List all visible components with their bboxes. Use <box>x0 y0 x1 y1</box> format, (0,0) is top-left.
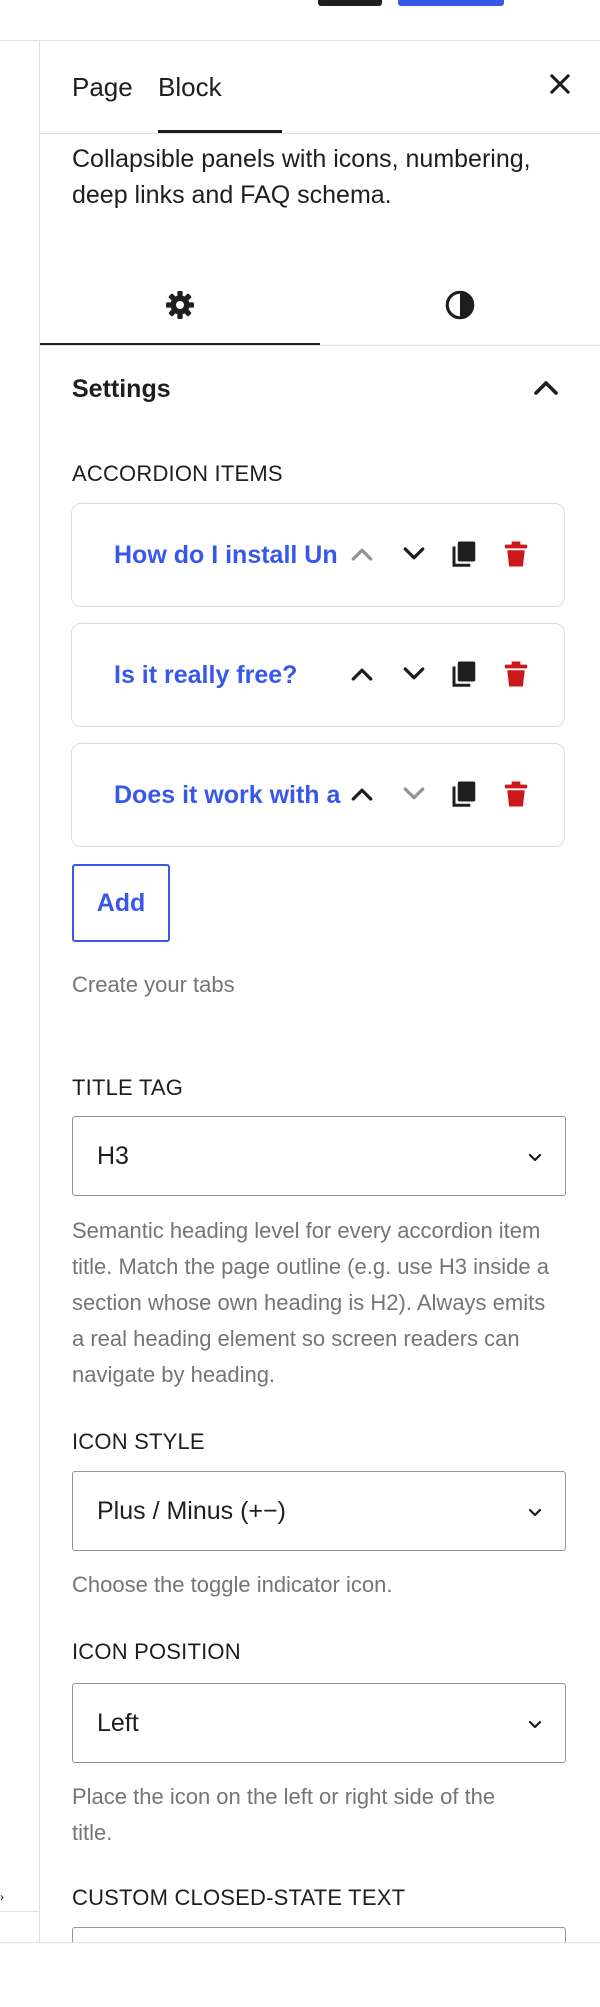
accordion-item-title[interactable]: How do I install Un <box>114 504 346 606</box>
settings-style-tabs <box>40 265 600 346</box>
block-settings-sidebar: Page Block Collapsible panels with icons… <box>40 41 600 1942</box>
move-up-icon[interactable] <box>342 774 382 814</box>
accordion-items-help: Create your tabs <box>72 972 235 997</box>
close-icon[interactable] <box>538 65 582 109</box>
icon-style-select[interactable]: Plus / Minus (+−) <box>72 1471 566 1551</box>
select-value: H3 <box>97 1142 129 1170</box>
move-up-icon <box>342 534 382 574</box>
title-tag-label: TITLE TAG <box>72 1075 184 1100</box>
editor-canvas-edge <box>0 41 40 1942</box>
active-tab-indicator <box>158 130 282 133</box>
duplicate-icon[interactable] <box>444 534 484 574</box>
icon-position-help: Place the icon on the left or right side… <box>72 1784 496 1845</box>
accordion-item-card[interactable]: Is it really free? <box>71 623 565 727</box>
close-icon-glyph <box>550 74 570 94</box>
accordion-item-title[interactable]: Is it really free? <box>114 624 346 726</box>
active-subtab-indicator <box>40 343 320 345</box>
duplicate-icon[interactable] <box>444 654 484 694</box>
custom-closed-text-input[interactable]: + <box>72 1927 566 1942</box>
editor-top-bar <box>0 0 600 41</box>
publish-button[interactable] <box>398 0 504 6</box>
custom-closed-text-label: CUSTOM CLOSED-STATE TEXT <box>72 1885 406 1910</box>
block-description: Collapsible panels with icons, numbering… <box>72 145 531 209</box>
icon-style-help: Choose the toggle indicator icon. <box>72 1572 393 1597</box>
gear-icon[interactable] <box>40 265 320 345</box>
duplicate-icon[interactable] <box>444 774 484 814</box>
accordion-item-card[interactable]: Does it work with a <box>71 743 565 847</box>
title-tag-select[interactable]: H3 <box>72 1116 566 1196</box>
accordion-item-card[interactable]: How do I install Un <box>71 503 565 607</box>
move-down-icon[interactable] <box>394 654 434 694</box>
icon-position-select[interactable]: Left <box>72 1683 566 1763</box>
move-down-icon <box>394 774 434 814</box>
icon-position-label: ICON POSITION <box>72 1639 241 1664</box>
accordion-items-label: ACCORDION ITEMS <box>72 461 283 486</box>
contrast-icon[interactable] <box>320 265 600 345</box>
tab-block[interactable]: Block <box>158 41 222 133</box>
arrow-icon: › <box>0 1890 4 1904</box>
trash-icon[interactable] <box>496 774 536 814</box>
editor-bottom-bar <box>0 1942 600 2007</box>
panel-title: Settings <box>72 375 171 403</box>
title-tag-help: Semantic heading level for every accordi… <box>72 1218 549 1387</box>
move-down-icon[interactable] <box>394 534 434 574</box>
tab-page[interactable]: Page <box>72 41 133 133</box>
settings-panel-header[interactable]: Settings <box>40 346 600 432</box>
icon-style-label: ICON STYLE <box>72 1429 205 1454</box>
select-value: Left <box>97 1709 139 1737</box>
sidebar-tabs: Page Block <box>40 41 600 134</box>
preview-button[interactable] <box>318 0 382 6</box>
move-up-icon[interactable] <box>342 654 382 694</box>
accordion-item-title[interactable]: Does it work with a <box>114 744 346 846</box>
chevron-down-icon <box>523 1500 547 1524</box>
canvas-divider <box>0 1911 39 1912</box>
add-item-button[interactable]: Add <box>72 864 170 942</box>
select-value: Plus / Minus (+−) <box>97 1497 286 1525</box>
chevron-down-icon <box>523 1712 547 1736</box>
chevron-up-icon[interactable] <box>526 368 566 408</box>
trash-icon[interactable] <box>496 534 536 574</box>
chevron-down-icon <box>523 1145 547 1169</box>
trash-icon[interactable] <box>496 654 536 694</box>
